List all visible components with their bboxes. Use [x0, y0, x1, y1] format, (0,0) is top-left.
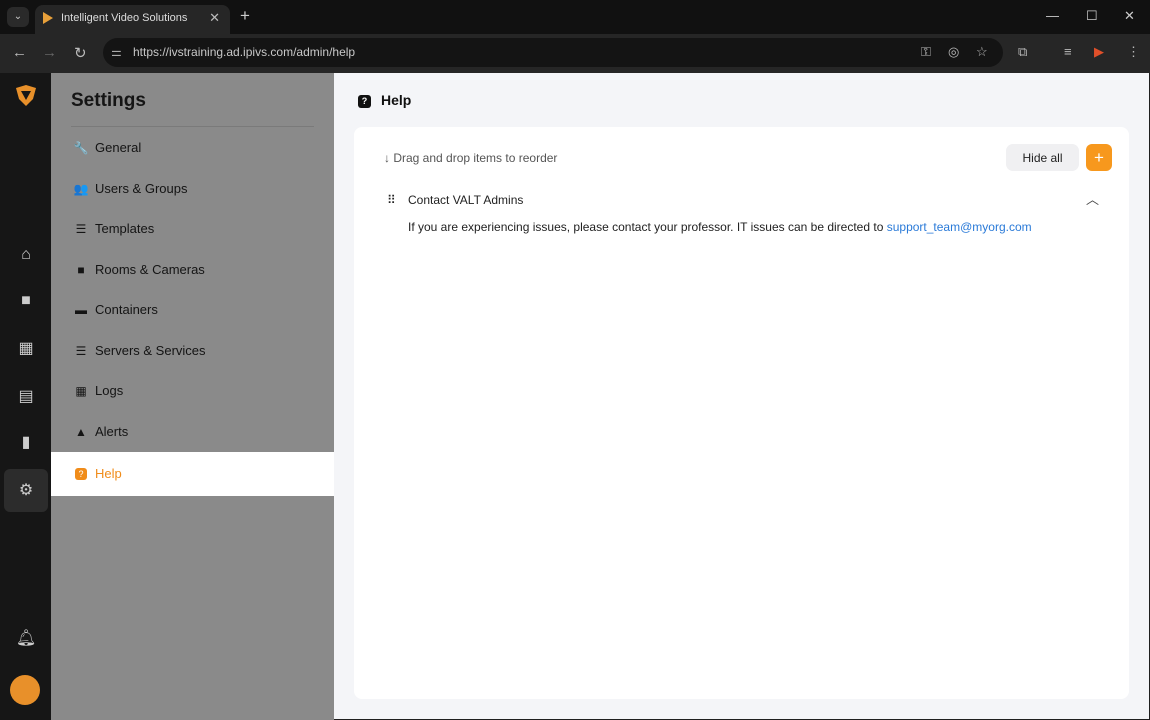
sidebar-item-alerts[interactable]: ▲ Alerts: [51, 412, 334, 452]
sidebar-item-label: Alerts: [95, 423, 129, 439]
warning-icon: ▲: [75, 424, 87, 439]
logo-icon: [12, 83, 40, 111]
chevron-up-icon[interactable]: ︿: [1086, 189, 1099, 208]
tab-bar: ⌄ Intelligent Video Solutions ✕ + — ☐ ✕: [0, 0, 1150, 34]
list-icon: ☰: [75, 222, 87, 236]
favicon-icon: [43, 12, 53, 24]
sidebar-item-servers-services[interactable]: ☰ Servers & Services: [51, 331, 334, 371]
calendar-icon: ▦: [75, 384, 87, 398]
key-icon[interactable]: ⚿: [921, 44, 931, 60]
support-email-link[interactable]: support_team@myorg.com: [887, 220, 1032, 234]
settings-gear-icon[interactable]: ⚙: [4, 469, 48, 512]
browser-tab[interactable]: Intelligent Video Solutions ✕: [35, 5, 230, 34]
extensions-icon[interactable]: ⧉: [1018, 44, 1027, 60]
reload-button[interactable]: ↻: [74, 44, 87, 62]
sidebar-item-containers[interactable]: ▬ Containers: [51, 290, 334, 330]
maximize-button[interactable]: ☐: [1086, 8, 1098, 24]
settings-title: Settings: [71, 90, 146, 111]
tab-search-button[interactable]: ⌄: [7, 7, 29, 27]
close-tab-icon[interactable]: ✕: [209, 5, 220, 31]
question-icon: ?: [75, 468, 87, 480]
app-rail: ⌂ ■ ▦ ▤ ▮ ⚙ 🔔︎: [0, 73, 51, 720]
reorder-hint: ↓ Drag and drop items to reorder: [384, 151, 558, 165]
question-icon: ?: [358, 95, 371, 108]
divider: [71, 126, 314, 127]
sidebar-item-label: Servers & Services: [95, 342, 206, 358]
sidebar-item-help[interactable]: ? Help: [51, 452, 334, 496]
forward-button[interactable]: →: [42, 44, 57, 61]
users-icon: 👥: [73, 181, 89, 196]
menu-icon[interactable]: ⋮: [1127, 44, 1140, 60]
star-icon[interactable]: ☆: [976, 44, 988, 60]
settings-sidebar: Settings 🔧 General 👥 Users & Groups ☰ Templat…: [51, 73, 334, 720]
camera-icon: ■: [77, 262, 85, 277]
chart-icon[interactable]: ▮: [12, 429, 40, 457]
film-icon[interactable]: ▦: [12, 335, 40, 363]
sidebar-item-label: Templates: [95, 221, 155, 236]
sidebar-item-rooms-cameras[interactable]: ■ Rooms & Cameras: [51, 250, 334, 290]
sidebar-item-label: Help: [95, 466, 122, 481]
site-settings-icon[interactable]: ⚌: [111, 38, 122, 67]
help-card: ↓ Drag and drop items to reorder Hide al…: [354, 127, 1129, 699]
tab-title: Intelligent Video Solutions: [61, 12, 188, 24]
close-window-button[interactable]: ✕: [1124, 8, 1135, 24]
sidebar-item-label: Containers: [95, 302, 158, 317]
sidebar-item-templates[interactable]: ☰ Templates: [51, 209, 334, 249]
wrench-icon: 🔧: [73, 141, 89, 155]
avatar[interactable]: [10, 675, 40, 705]
sidebar-item-label: Users & Groups: [95, 180, 188, 196]
minimize-button[interactable]: —: [1046, 8, 1059, 23]
url-bar[interactable]: ⚌ https://ivstraining.ad.ipivs.com/admin…: [103, 38, 1003, 67]
eye-off-icon[interactable]: ◎: [948, 44, 959, 60]
archive-icon: ▬: [75, 303, 87, 317]
sidebar-item-logs[interactable]: ▦ Logs: [51, 371, 334, 411]
drag-handle-icon[interactable]: ⠿: [387, 193, 396, 207]
media-icon[interactable]: ≡: [1064, 44, 1072, 59]
video-icon[interactable]: ■: [12, 287, 40, 315]
help-item-body: If you are experiencing issues, please c…: [408, 220, 1032, 234]
hide-all-button[interactable]: Hide all: [1006, 144, 1079, 171]
home-icon[interactable]: ⌂: [12, 241, 40, 269]
sidebar-item-label: Rooms & Cameras: [95, 261, 205, 277]
page-title: ? Help: [358, 92, 411, 108]
sidebar-item-users-groups[interactable]: 👥 Users & Groups: [51, 169, 334, 209]
help-item-title[interactable]: Contact VALT Admins: [408, 193, 523, 207]
back-button[interactable]: ←: [12, 44, 27, 61]
new-tab-button[interactable]: +: [240, 6, 250, 26]
bell-icon[interactable]: 🔔︎: [12, 625, 40, 653]
ivs-extension-icon[interactable]: ▶: [1094, 44, 1104, 60]
sidebar-item-general[interactable]: 🔧 General: [51, 128, 334, 168]
server-icon: ☰: [75, 343, 87, 358]
url-text: https://ivstraining.ad.ipivs.com/admin/h…: [133, 45, 356, 59]
sidebar-item-label: General: [95, 140, 142, 155]
add-button[interactable]: +: [1086, 144, 1112, 171]
main-content: ? Help ↓ Drag and drop items to reorder H…: [334, 73, 1149, 719]
sidebar-item-label: Logs: [95, 383, 124, 398]
schedule-icon[interactable]: ▤: [12, 383, 40, 411]
